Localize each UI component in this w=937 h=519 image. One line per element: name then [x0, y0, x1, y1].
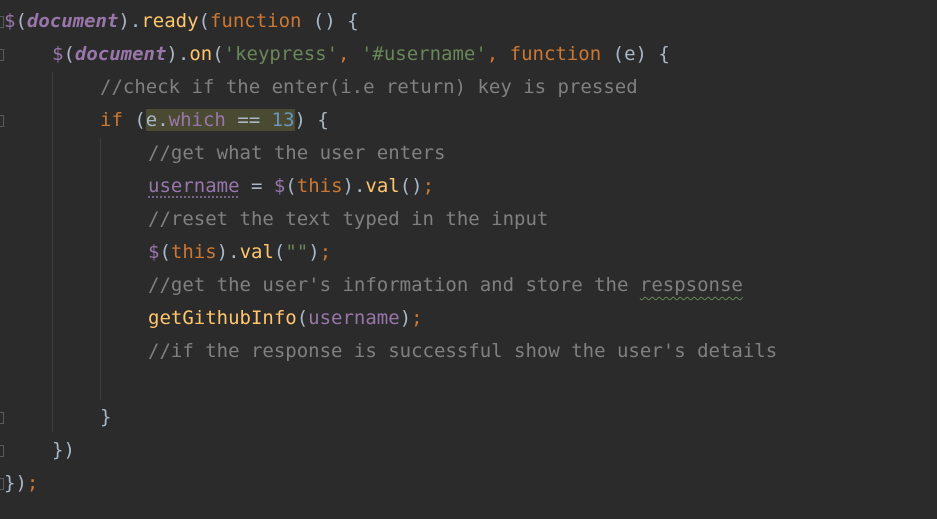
indent-guide [100, 138, 101, 400]
code-line[interactable]: username = $(this).val(); [148, 170, 434, 203]
code-token: $ [148, 241, 160, 263]
code-token: "" [285, 241, 309, 263]
code-token: val [365, 175, 400, 197]
code-token: 'keypress' [223, 43, 339, 65]
code-token: , [486, 43, 510, 65]
code-line[interactable]: } [100, 401, 111, 434]
code-token: val [239, 241, 274, 263]
indent-guide [52, 72, 53, 432]
code-token: //get what the user enters [148, 142, 446, 164]
code-token: ( [15, 10, 27, 32]
code-line[interactable]: $(this).val(""); [148, 236, 331, 269]
code-token: function [209, 10, 302, 32]
code-token: getGithubInfo [148, 307, 297, 329]
code-token: (e) { [601, 43, 670, 65]
code-token: on [189, 43, 213, 65]
code-token: ; [411, 307, 423, 329]
code-token: ( [212, 43, 224, 65]
code-line[interactable]: //reset the text typed in the input [148, 203, 548, 236]
code-token: respsonse [639, 274, 743, 296]
code-token: , [338, 43, 361, 65]
code-line[interactable]: //check if the enter(i.e return) key is … [100, 71, 638, 104]
code-token: $ [273, 175, 286, 197]
code-token: this [296, 175, 343, 197]
code-token: document [26, 10, 119, 32]
code-token: () { [301, 10, 359, 32]
code-line[interactable]: }); [4, 467, 38, 500]
code-token: ) [399, 307, 412, 329]
code-token: ). [166, 43, 190, 65]
fold-marker-icon[interactable] [0, 115, 4, 127]
code-line[interactable]: if (e.which == 13) { [100, 104, 329, 137]
code-token: ) { [294, 109, 329, 131]
code-line[interactable]: }) [52, 434, 75, 467]
code-token: = [239, 175, 274, 197]
code-token: ( [134, 109, 146, 131]
code-line[interactable]: getGithubInfo(username); [148, 302, 423, 335]
code-token: ). [216, 241, 240, 263]
code-token: () [399, 175, 423, 197]
fold-marker-icon[interactable] [0, 412, 4, 424]
code-line[interactable]: $(document).ready(function () { [4, 5, 359, 38]
fold-marker-icon[interactable] [0, 49, 4, 61]
code-token: ( [273, 241, 286, 263]
fold-marker-icon[interactable] [0, 445, 4, 457]
code-token: //reset the text typed in the input [148, 208, 549, 230]
code-token: if [100, 109, 135, 131]
code-line[interactable]: //if the response is successful show the… [148, 335, 777, 368]
code-token: ; [422, 175, 435, 197]
code-token: $ [4, 10, 16, 32]
code-token: which [168, 109, 226, 131]
code-token: ( [198, 10, 210, 32]
code-token: e. [145, 109, 169, 131]
code-token: //check if the enter(i.e return) key is … [100, 76, 638, 98]
code-token: }) [52, 439, 75, 461]
code-token: ) [308, 241, 320, 263]
code-token: } [100, 406, 112, 428]
code-token: }) [4, 472, 27, 494]
code-token: ; [26, 472, 39, 494]
code-token: //if the response is successful show the… [148, 340, 778, 362]
code-token: ( [63, 43, 75, 65]
code-token: 13 [271, 109, 295, 131]
code-token: == [225, 109, 272, 131]
code-token: ). [342, 175, 366, 197]
code-line[interactable]: $(document).on('keypress', '#username', … [52, 38, 670, 71]
code-token: '#username' [360, 43, 487, 65]
code-token: document [74, 43, 167, 65]
code-token: //get the user's information and store t… [148, 274, 640, 296]
code-token: function [509, 43, 602, 65]
code-token: this [170, 241, 217, 263]
code-token: ( [296, 307, 309, 329]
code-token: username [148, 175, 240, 197]
code-token: ( [159, 241, 171, 263]
code-token: ( [285, 175, 297, 197]
code-token: ; [319, 241, 332, 263]
code-token: username [308, 307, 400, 329]
code-editor[interactable]: $(document).ready(function () {$(documen… [0, 0, 937, 519]
selection-highlight: e.which == 13 [145, 109, 295, 131]
code-token: $ [52, 43, 64, 65]
code-line[interactable]: //get the user's information and store t… [148, 269, 743, 302]
code-line[interactable]: //get what the user enters [148, 137, 445, 170]
code-token: ready [141, 10, 199, 32]
code-token: ). [118, 10, 142, 32]
